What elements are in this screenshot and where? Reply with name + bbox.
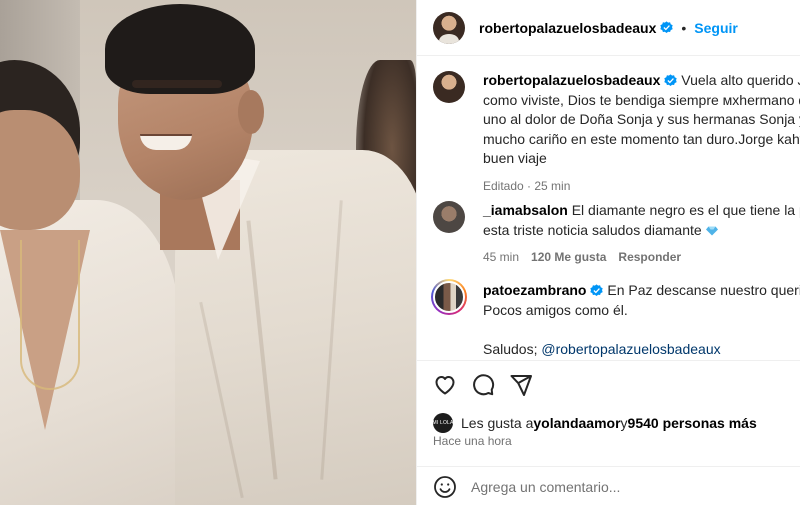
comment-text: Saludos; bbox=[483, 340, 542, 357]
caption-item: robertopalazuelosbadeaux Vuela alto quer… bbox=[433, 71, 800, 196]
mention-link[interactable]: @robertopalazuelosbadeaux bbox=[541, 341, 720, 357]
comment-box bbox=[417, 466, 800, 505]
photo-man-brow bbox=[132, 80, 222, 88]
comments-list[interactable]: robertopalazuelosbadeaux Vuela alto quer… bbox=[417, 56, 800, 360]
comment-text: Pocos amigos como él. bbox=[483, 301, 628, 318]
caption-text-line: Vuela alto querido Jorge bbox=[681, 72, 800, 88]
verified-badge-icon bbox=[664, 74, 678, 87]
story-ring[interactable] bbox=[431, 279, 467, 315]
likes-count[interactable]: 9540 personas más bbox=[628, 415, 757, 431]
photo-necklace bbox=[20, 240, 80, 390]
action-icons bbox=[433, 373, 533, 397]
author-avatar[interactable] bbox=[433, 11, 465, 44]
comment-second-line: esta triste noticia saludos diamante bbox=[483, 221, 800, 241]
caption-text-line: buen viaje bbox=[483, 150, 547, 166]
photo-man-smile bbox=[140, 134, 192, 150]
caption-body: robertopalazuelosbadeaux Vuela alto quer… bbox=[483, 71, 800, 196]
liker-username[interactable]: yolandaamor bbox=[533, 415, 620, 431]
reply-button[interactable]: Responder bbox=[618, 248, 681, 268]
comment-input[interactable] bbox=[471, 478, 771, 495]
comment-item: patoezambrano En Paz descanse nuestro qu… bbox=[431, 279, 800, 359]
heart-icon[interactable] bbox=[433, 373, 457, 397]
comment-item: _iamabsalon El diamante negro es el que … bbox=[433, 201, 800, 268]
comment-third-line: Saludos; @robertopalazuelosbadeaux bbox=[483, 340, 800, 360]
follow-button[interactable]: Seguir bbox=[694, 20, 738, 36]
header-separator: • bbox=[681, 19, 687, 36]
comment-likes[interactable]: 120 Me gusta bbox=[531, 248, 606, 268]
comment-meta: 45 min 120 Me gusta Responder bbox=[483, 248, 800, 268]
comment-body: patoezambrano En Paz descanse nuestro qu… bbox=[483, 281, 800, 359]
post-time[interactable]: Hace una hora bbox=[433, 434, 512, 448]
caption-edited-time: Editado · 25 min bbox=[483, 178, 571, 193]
caption-text-line: como viviste, Dios te bendiga siempre мх… bbox=[483, 91, 800, 108]
commenter-avatar bbox=[433, 281, 465, 313]
comment-icon[interactable] bbox=[471, 373, 495, 397]
author-username[interactable]: robertopalazuelosbadeaux bbox=[479, 20, 656, 36]
caption-username[interactable]: robertopalazuelosbadeaux bbox=[483, 72, 660, 88]
photo-man-ear bbox=[238, 90, 264, 134]
caption-meta: Editado · 25 min bbox=[483, 177, 800, 197]
comment-time: 45 min bbox=[483, 250, 520, 264]
verified-badge-icon bbox=[590, 284, 604, 297]
comment-text: En Paz descanse nuestro querido Jo bbox=[607, 282, 800, 298]
commenter-avatar[interactable] bbox=[433, 201, 465, 233]
emoji-icon[interactable] bbox=[433, 475, 457, 499]
caption-text-line: mucho cariño en este momento tan duro.Jo… bbox=[483, 130, 800, 147]
post-side-panel: robertopalazuelosbadeaux • Seguir robert… bbox=[416, 0, 800, 505]
share-icon[interactable] bbox=[509, 373, 533, 397]
commenter-username[interactable]: patoezambrano bbox=[483, 282, 586, 298]
commenter-username[interactable]: _iamabsalon bbox=[483, 202, 568, 218]
likes-prefix: Les gusta a bbox=[461, 415, 534, 431]
instagram-post-view: robertopalazuelosbadeaux • Seguir robert… bbox=[0, 0, 800, 505]
gem-icon bbox=[705, 226, 718, 235]
comment-text: esta triste noticia saludos diamante bbox=[483, 221, 702, 238]
caption-first-line: robertopalazuelosbadeaux Vuela alto quer… bbox=[483, 71, 800, 91]
comment-first-line: _iamabsalon El diamante negro es el que … bbox=[483, 201, 800, 221]
comment-text: El diamante negro es el que tiene la pri… bbox=[571, 202, 800, 218]
comment-body: _iamabsalon El diamante negro es el que … bbox=[483, 201, 800, 268]
verified-badge-icon bbox=[660, 21, 674, 34]
caption-text-line: uno al dolor de Doña Sonja y sus hermana… bbox=[483, 111, 800, 127]
post-header: robertopalazuelosbadeaux • Seguir bbox=[417, 0, 800, 56]
post-actions: MI LOLA Les gusta a yolandaamor y 9540 p… bbox=[417, 360, 800, 505]
comment-first-line: patoezambrano En Paz descanse nuestro qu… bbox=[483, 281, 800, 301]
caption-avatar[interactable] bbox=[433, 71, 465, 103]
likes-conjunction: y bbox=[620, 415, 628, 431]
likes-summary[interactable]: MI LOLA Les gusta a yolandaamor y 9540 p… bbox=[432, 413, 757, 433]
post-photo[interactable] bbox=[0, 0, 416, 505]
liker-avatar[interactable]: MI LOLA bbox=[432, 413, 453, 433]
